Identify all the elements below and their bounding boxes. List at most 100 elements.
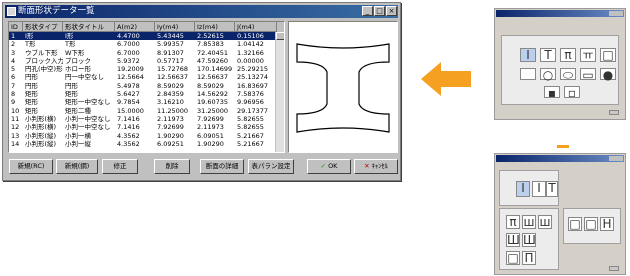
t-shape-icon[interactable]: T <box>546 181 558 197</box>
dialog-titlebar[interactable]: 断面形状データ一覧 _ □ × <box>5 5 398 18</box>
shape-selector-window-top: I T π ㅠ □ ○ ⬭ ▭ ● ▪ ▫ <box>494 8 626 120</box>
table-cell: 5.82655 <box>237 123 264 132</box>
double-box-shape-icon[interactable]: ш <box>538 215 552 229</box>
t-shape-icon[interactable]: T <box>540 48 556 62</box>
table-row[interactable]: 10 矩形 矩形二種 15.0000 11.25000 31.25000 29.17377 <box>9 107 284 115</box>
column-header[interactable]: 形状タイトル <box>63 22 115 32</box>
table-cell: 2.11973 <box>157 114 184 123</box>
table-row[interactable]: 8 矩形 矩形 5.6427 2.84359 14.56292 7.58376 <box>9 90 284 98</box>
delete-button[interactable]: 削除 <box>154 159 190 174</box>
table-row[interactable]: 7 円形 円形 5.4978 8.59029 8.59029 16.83697 <box>9 82 284 90</box>
table-row[interactable]: 5 円孔(中空)形 ホロー形 19.2009 15.72768 170.14699 25.2… <box>9 65 284 73</box>
window-titlebar <box>496 10 624 17</box>
table-row[interactable]: 6 円形 円一中空なし 12.5664 12.56637 12.56637 25.13274 <box>9 73 284 81</box>
table-cell: 2.11973 <box>197 123 224 132</box>
square-shape-icon[interactable]: □ <box>584 217 598 231</box>
table-cell: 5.99357 <box>157 40 184 49</box>
table-cell: W下形 <box>65 48 85 57</box>
table-cell: 6.7000 <box>117 48 140 57</box>
circle-shape-icon[interactable]: ○ <box>540 68 556 81</box>
i-shape-icon[interactable]: I <box>520 48 536 62</box>
column-header[interactable]: 形状タイプ <box>23 22 63 32</box>
table-cell: T形 <box>65 40 76 49</box>
table-cell: 矩形 <box>25 98 38 107</box>
cancel-button[interactable]: ✕ ｷｬﾝｾﾙ <box>354 159 398 174</box>
table-cell: 8.59029 <box>197 81 224 90</box>
pier-shape-icon[interactable]: Π <box>522 251 536 265</box>
table-cell: 7.1416 <box>117 114 140 123</box>
table-cell: 7 <box>11 81 16 90</box>
rect-shape-icon[interactable]: ▭ <box>580 68 596 81</box>
pi-shape-icon[interactable]: π <box>506 215 520 229</box>
table-cell: 小判一横 <box>65 131 91 140</box>
table-row[interactable]: 13 小判形(縦) 小判一横 4.3562 1.90290 6.09051 5.21667 <box>9 132 284 140</box>
table-cell: 12 <box>11 123 20 132</box>
column-header[interactable]: Iy(m4) <box>155 22 195 32</box>
shape-group-panel-3: □ □ H <box>563 208 621 244</box>
table-row[interactable]: 14 小判形(縦) 小判一縦 4.3562 6.09251 1.90290 5.21667 <box>9 140 284 148</box>
scroll-up-arrow-icon[interactable] <box>276 32 284 40</box>
box-shape-icon[interactable]: □ <box>600 48 616 62</box>
list-scrollbar[interactable] <box>275 32 284 152</box>
box-girder-shape-icon[interactable]: ш <box>522 215 536 229</box>
table-cell: 19.60735 <box>197 98 229 107</box>
i-shape-icon[interactable]: I <box>516 181 530 197</box>
section-list[interactable]: ID 形状タイプ 形状タイトル A(m2) Iy(m4) Iz(m4) J(m4… <box>8 21 285 153</box>
window-titlebar <box>496 155 624 162</box>
oval-shape-icon[interactable]: ⬭ <box>560 68 576 81</box>
table-row[interactable]: 4 ブロック入力 ブロック 5.9372 0.57717 47.59260 0.00000 <box>9 57 284 65</box>
new-rc-button[interactable]: 新規(RC) <box>9 159 53 174</box>
table-cell: 16.83697 <box>237 81 269 90</box>
table-row[interactable]: 12 小判形(横) 小判一中空なし 7.1416 7.92699 2.11973 5.826… <box>9 123 284 131</box>
modify-button[interactable]: 修正 <box>102 159 138 174</box>
block-shape-icon[interactable] <box>520 68 536 80</box>
table-row[interactable]: 2 T形 T形 6.7000 5.99357 7.85383 1.04142 <box>9 40 284 48</box>
square-shape-icon[interactable]: □ <box>568 217 582 231</box>
new-steel-button[interactable]: 新規(鋼) <box>56 159 98 174</box>
composite-shape-icon[interactable]: ▪ <box>544 86 560 99</box>
orange-arrow-icon <box>421 62 471 96</box>
table-settings-button[interactable]: 表パラン設定 <box>248 159 294 174</box>
multi-cell-shape-icon[interactable]: Ш <box>522 233 536 247</box>
table-cell: 25.29215 <box>237 65 269 74</box>
column-header[interactable]: J(m4) <box>235 22 277 32</box>
section-preview <box>288 21 398 153</box>
ok-button[interactable]: ✓ OK <box>307 159 351 174</box>
table-cell: 円形 <box>65 81 78 90</box>
table-cell: T形 <box>25 40 36 49</box>
column-header[interactable]: Iz(m4) <box>195 22 235 32</box>
maximize-button[interactable]: □ <box>374 6 385 16</box>
cancel-x-icon: ✕ <box>364 162 370 170</box>
hollow-box-shape-icon[interactable]: □ <box>506 251 520 265</box>
h-beam-shape-icon[interactable]: H <box>600 217 614 231</box>
triple-cell-shape-icon[interactable]: Ш <box>506 233 520 247</box>
table-cell: 円形 <box>25 81 38 90</box>
table-cell: 4.3562 <box>117 131 140 140</box>
table-cell: 11 <box>11 114 20 123</box>
column-header[interactable]: A(m2) <box>115 22 155 32</box>
i-shape-variant-icon[interactable]: I <box>532 181 546 197</box>
small-ok-button[interactable] <box>609 266 619 271</box>
table-row[interactable]: 1 I形 I形 4.4700 5.43445 2.52615 0.15106 <box>9 32 284 41</box>
small-ok-button[interactable] <box>609 110 619 115</box>
table-cell: 8.59029 <box>157 81 184 90</box>
table-row[interactable]: 3 ウブル下形 W下形 6.7000 8.91307 72.40451 1.32166 <box>9 49 284 57</box>
channel-shape-icon[interactable]: ㅠ <box>580 48 596 62</box>
filled-circle-shape-icon[interactable]: ● <box>600 68 616 81</box>
close-button[interactable]: × <box>386 6 397 16</box>
table-row[interactable]: 11 小判形(横) 小判一中空なし 7.1416 2.11973 7.92699 5.826… <box>9 115 284 123</box>
table-cell: 3.16210 <box>157 98 184 107</box>
table-cell: 5.6427 <box>117 90 140 99</box>
double-t-shape-icon[interactable]: π <box>560 48 576 62</box>
table-cell: 9 <box>11 98 16 107</box>
table-row[interactable]: 9 矩形 矩形一中空なし 9.7854 3.16210 19.60735 9.96956 <box>9 98 284 106</box>
hollow-shape-icon[interactable]: ▫ <box>564 86 580 99</box>
table-cell: 8.91307 <box>157 48 184 57</box>
section-detail-button[interactable]: 断面の詳細 <box>200 159 244 174</box>
minimize-button[interactable]: _ <box>362 6 373 16</box>
table-cell: ブロック <box>65 56 91 65</box>
column-header[interactable]: ID <box>9 22 23 32</box>
table-cell: 円孔(中空)形 <box>25 65 63 74</box>
table-cell: 7.92699 <box>157 123 184 132</box>
table-cell: 12.56637 <box>157 73 189 82</box>
